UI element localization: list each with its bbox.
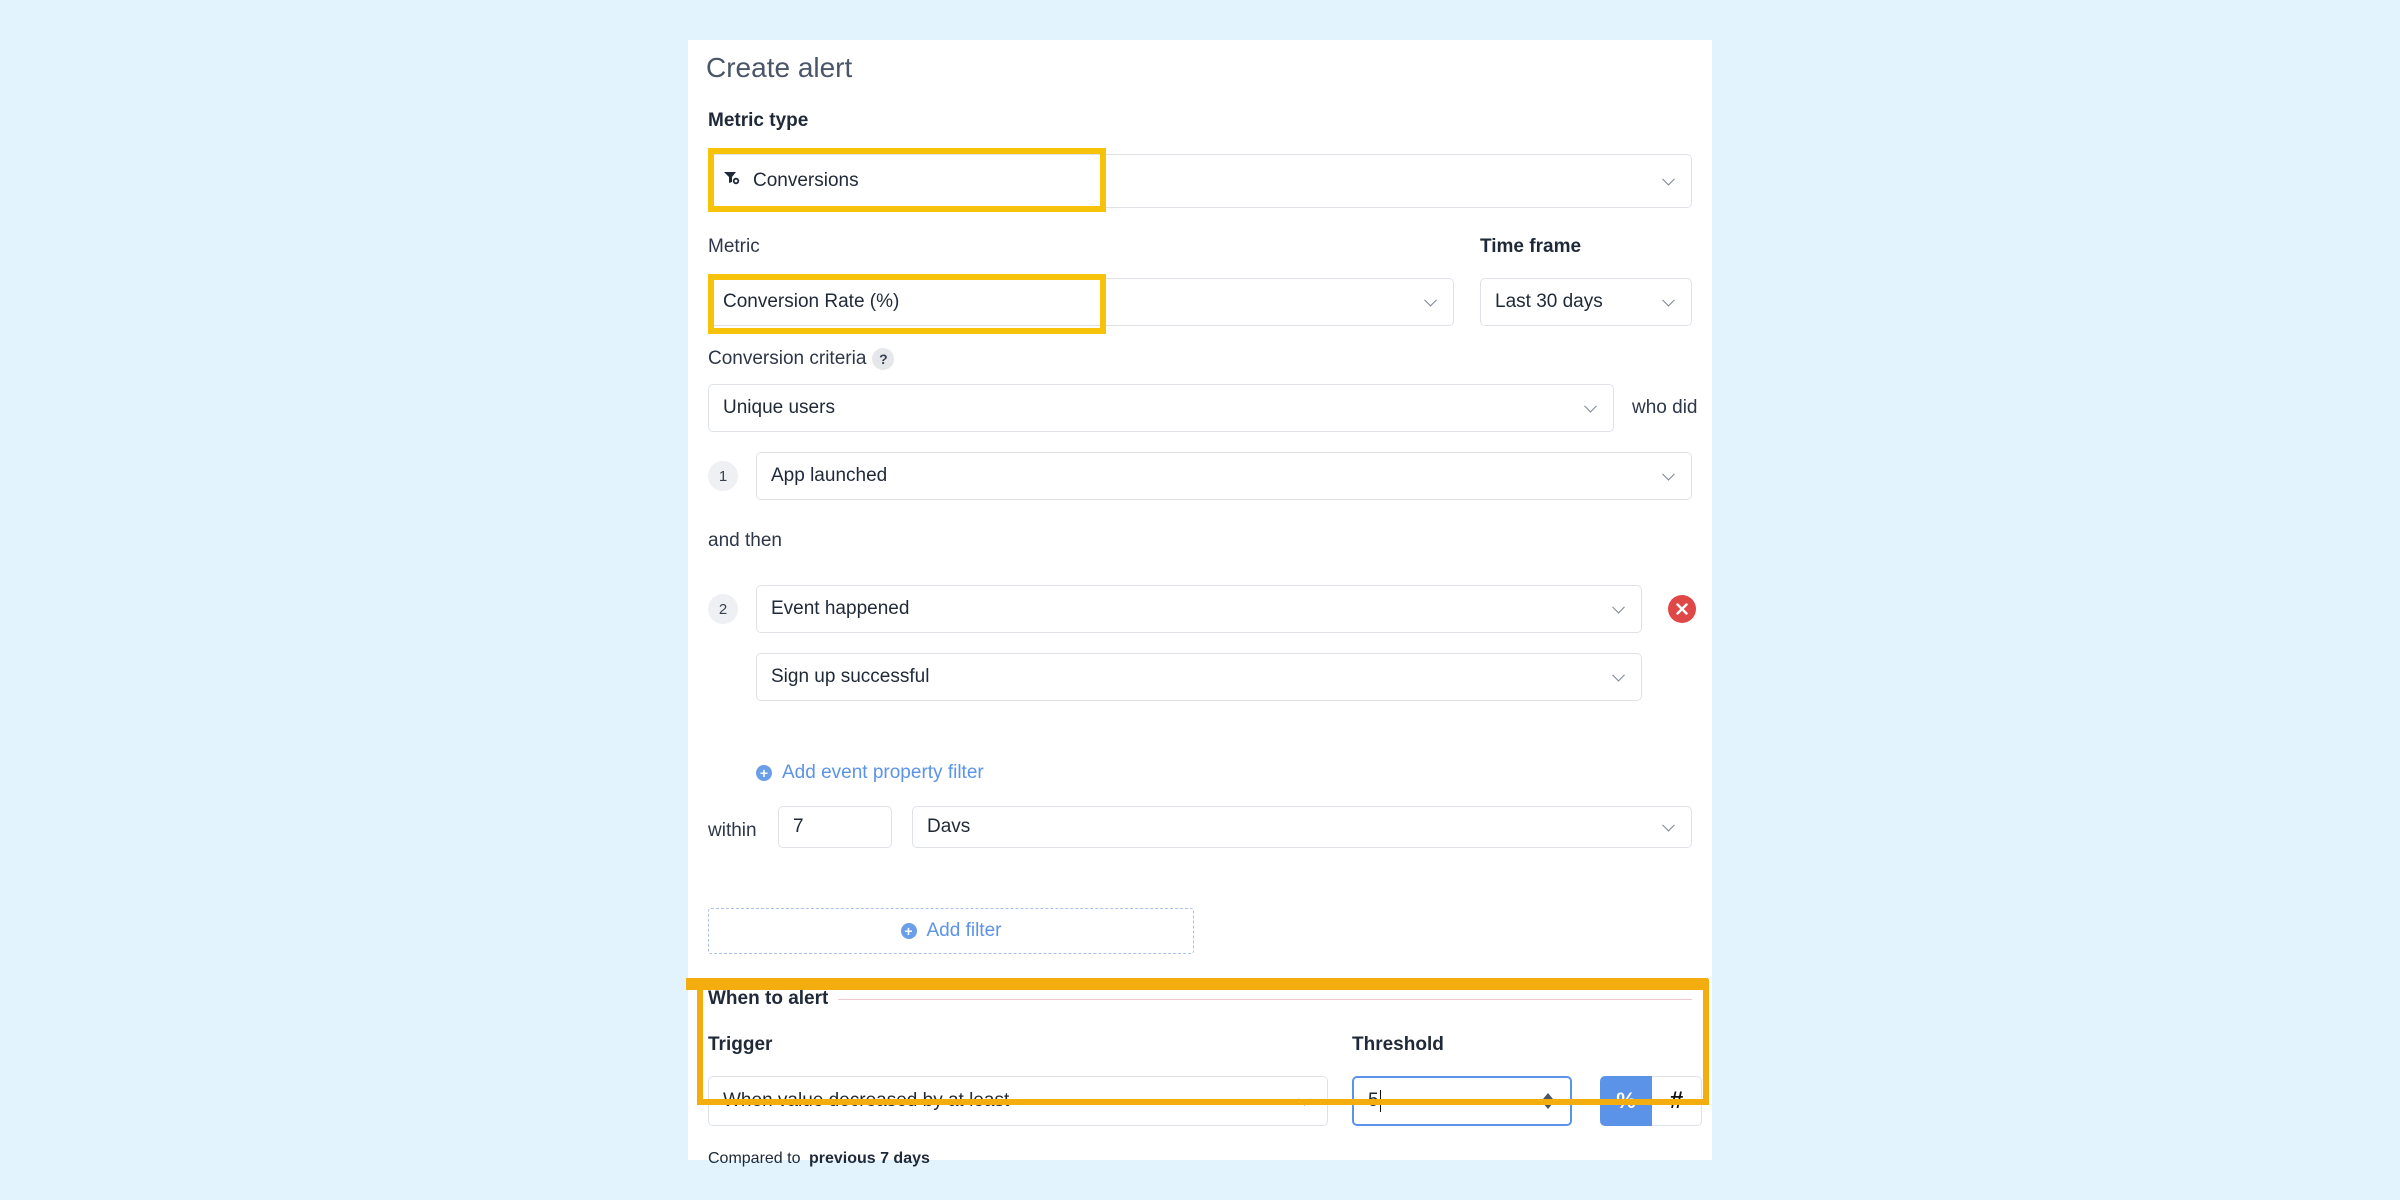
threshold-label: Threshold <box>1352 1034 1444 1055</box>
add-event-property-filter-link[interactable]: + Add event property filter <box>756 762 984 784</box>
metric-label: Metric <box>708 236 760 257</box>
step-2-event-select[interactable]: Event happened <box>756 585 1642 633</box>
within-amount-input[interactable]: 7 <box>778 806 892 848</box>
step-2-property-value: Sign up successful <box>771 666 930 687</box>
page-title: Create alert <box>706 52 853 83</box>
remove-step-button[interactable] <box>1668 595 1696 623</box>
metric-type-select[interactable]: Conversions <box>708 154 1692 208</box>
trigger-value: When value decreased by at least <box>723 1090 1010 1111</box>
add-filter-text: Add filter <box>926 920 1002 941</box>
threshold-input[interactable]: 5 <box>1352 1076 1572 1126</box>
trigger-select[interactable]: When value decreased by at least <box>708 1076 1328 1126</box>
step-1-event-value: App launched <box>771 465 888 486</box>
time-frame-label: Time frame <box>1480 236 1582 257</box>
compared-to-label: Compared to <box>708 1150 801 1167</box>
compared-to-row: Compared to previous 7 days <box>708 1150 930 1168</box>
unique-users-select[interactable]: Unique users <box>708 384 1614 432</box>
metric-type-label: Metric type <box>708 110 809 131</box>
chevron-down-icon <box>1662 293 1675 307</box>
chevron-down-icon <box>1584 399 1597 413</box>
who-did-label: who did <box>1632 397 1698 418</box>
metric-value: Conversion Rate (%) <box>723 291 900 312</box>
percent-toggle-button[interactable]: % <box>1600 1076 1652 1126</box>
chevron-down-icon <box>1662 467 1675 481</box>
conversion-criteria-label: Conversion criteria ? <box>708 348 895 370</box>
chevron-down-icon <box>1662 818 1675 832</box>
and-then-label: and then <box>708 530 782 551</box>
chevron-down-icon <box>1298 1092 1311 1106</box>
step-number-2: 2 <box>708 594 738 624</box>
metric-select[interactable]: Conversion Rate (%) <box>708 278 1454 326</box>
conversion-criteria-text: Conversion criteria <box>708 348 867 369</box>
add-event-property-filter-text: Add event property filter <box>782 762 984 783</box>
chevron-down-icon <box>1424 293 1437 307</box>
close-icon <box>1676 603 1688 615</box>
step-number-1: 1 <box>708 461 738 491</box>
chevron-down-icon <box>1612 600 1625 614</box>
step-2-event-value: Event happened <box>771 598 910 619</box>
users-value: Unique users <box>723 397 835 418</box>
when-to-alert-label: When to alert <box>708 988 829 1009</box>
add-filter-button[interactable]: + Add filter <box>708 908 1194 954</box>
plus-icon: + <box>900 923 917 939</box>
section-divider <box>838 999 1692 1000</box>
step-1-event-select[interactable]: App launched <box>756 452 1692 500</box>
step-2-property-select[interactable]: Sign up successful <box>756 653 1642 701</box>
time-frame-select[interactable]: Last 30 days <box>1480 278 1692 326</box>
conversions-icon <box>723 170 745 192</box>
text-cursor <box>1379 1090 1382 1112</box>
threshold-value: 5 <box>1368 1090 1379 1111</box>
chevron-down-icon <box>1612 668 1625 682</box>
within-unit-value: Davs <box>927 816 971 837</box>
stepper-icon[interactable] <box>1542 1091 1554 1111</box>
compared-to-value: previous 7 days <box>808 1150 930 1167</box>
create-alert-panel: Create alert Metric type Conversions Met… <box>686 40 1712 1167</box>
within-unit-select[interactable]: Davs <box>912 806 1692 848</box>
trigger-label: Trigger <box>708 1034 773 1055</box>
metric-type-value: Conversions <box>753 170 859 191</box>
unused <box>686 978 1708 990</box>
chevron-down-icon <box>1662 172 1675 186</box>
plus-icon: + <box>756 765 772 781</box>
within-label: within <box>708 820 757 841</box>
number-toggle-button[interactable]: # <box>1652 1076 1702 1126</box>
time-frame-value: Last 30 days <box>1495 291 1603 312</box>
add-filter-link: + Add filter <box>900 920 1002 942</box>
help-icon[interactable]: ? <box>872 348 895 370</box>
